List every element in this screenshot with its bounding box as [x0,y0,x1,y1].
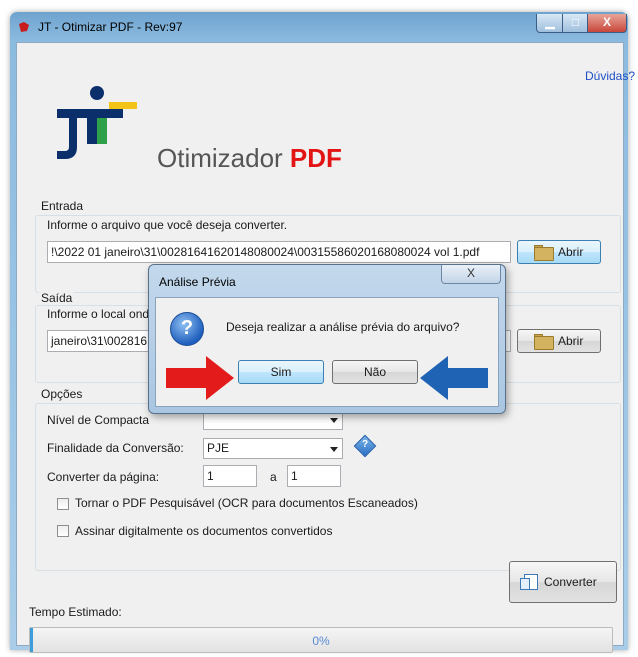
blue-arrow-icon [420,356,488,400]
purpose-select[interactable]: PJE [203,438,343,459]
estimated-time-label: Tempo Estimado: [29,605,122,619]
from-page-input[interactable]: 1 [203,465,257,487]
close-button[interactable]: X [587,14,627,33]
dialog-message: Deseja realizar a análise prévia do arqu… [226,320,460,334]
title-bar[interactable]: JT - Otimizar PDF - Rev:97 ▁ □ X [10,12,628,42]
saida-label: Saída [39,291,75,305]
help-link[interactable]: Dúvidas? [585,69,635,83]
to-page-input[interactable]: 1 [287,465,341,487]
input-file-field[interactable]: !\2022 01 janeiro\31\0028164162014808002… [47,241,511,263]
maximize-button[interactable]: □ [562,14,589,33]
purpose-label: Finalidade da Conversão: [47,441,184,455]
entrada-label: Entrada [39,199,86,213]
progress-bar: 0% [29,627,613,653]
chevron-down-icon [330,418,338,423]
dialog-close-button[interactable]: X [441,265,501,284]
app-icon [19,22,29,32]
yes-button[interactable]: Sim [238,360,324,384]
opcoes-label: Opções [39,387,85,401]
chevron-down-icon [330,447,338,452]
ocr-checkbox[interactable] [57,498,69,510]
progress-text: 0% [312,634,330,648]
entrada-hint: Informe o arquivo que você deseja conver… [47,218,288,232]
sign-checkbox[interactable] [57,525,69,537]
to-label: a [270,470,277,484]
ocr-label: Tornar o PDF Pesquisável (OCR para docum… [75,496,418,510]
sign-label: Assinar digitalmente os documentos conve… [75,524,333,538]
window-title: JT - Otimizar PDF - Rev:97 [38,20,183,34]
saida-hint: Informe o local ond [47,307,150,321]
no-button[interactable]: Não [332,360,418,384]
jt-logo [57,86,137,159]
red-arrow-icon [166,356,234,400]
open-input-button[interactable]: Abrir [517,240,601,264]
convert-button[interactable]: Converter [509,561,617,603]
open-output-button[interactable]: Abrir [517,329,601,353]
compression-level-label: Nível de Compacta [47,413,150,427]
minimize-button[interactable]: ▁ [536,14,564,33]
dialog-title: Análise Prévia [159,275,236,289]
question-icon: ? [170,312,204,346]
page-range-label: Converter da página: [47,470,160,484]
product-name: Otimizador PDF [157,143,342,173]
